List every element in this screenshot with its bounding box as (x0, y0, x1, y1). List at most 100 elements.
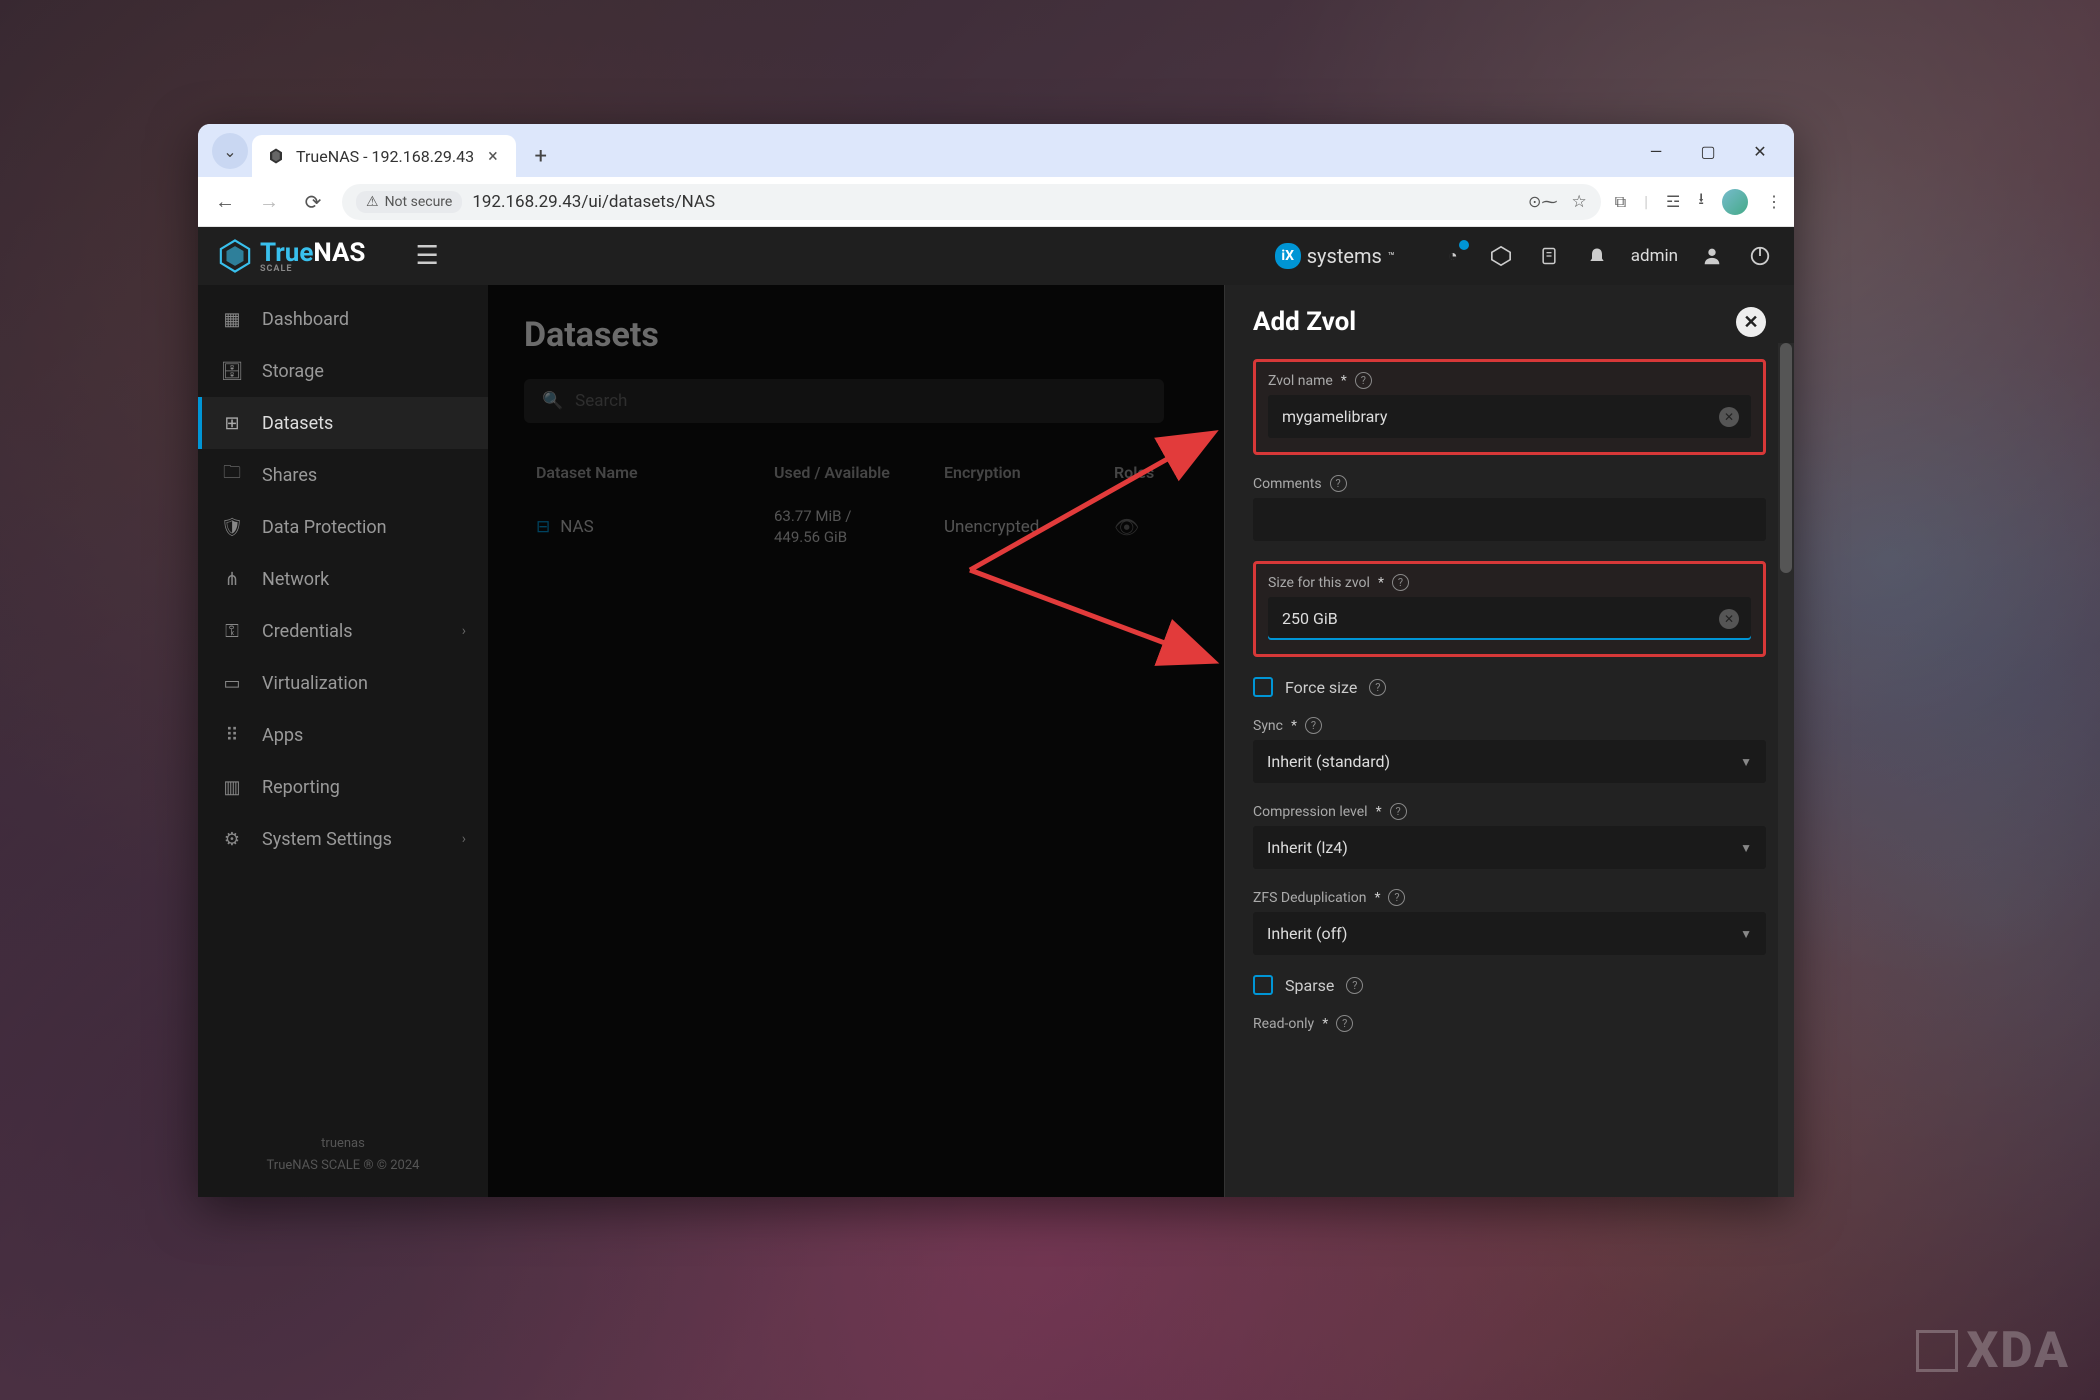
xda-logo-box (1916, 1330, 1958, 1372)
sidebar-item-reporting[interactable]: ▥Reporting (198, 761, 488, 813)
sidebar-item-credentials[interactable]: ⚿Credentials› (198, 605, 488, 657)
chevron-down-icon: ▼ (1740, 927, 1752, 941)
shield-icon: 🛡 (220, 515, 244, 539)
browser-tabstrip: ⌄ TrueNAS - 192.168.29.43 × + — ▢ ✕ (198, 124, 1794, 177)
chevron-right-icon: › (462, 831, 466, 847)
dedup-select[interactable]: Inherit (off)▼ (1253, 912, 1766, 955)
power-icon[interactable] (1746, 242, 1774, 270)
checkbox-icon[interactable] (1253, 677, 1273, 697)
clear-input-button[interactable]: ✕ (1719, 407, 1739, 427)
clear-input-button[interactable]: ✕ (1719, 609, 1739, 629)
browser-window: ⌄ TrueNAS - 192.168.29.43 × + — ▢ ✕ ← → … (198, 124, 1794, 1197)
sidebar-item-data-protection[interactable]: 🛡Data Protection (198, 501, 488, 553)
sidebar-item-shares[interactable]: 🗀Shares (198, 449, 488, 501)
truenas-app: TrueNAS SCALE ☰ iX systems™ ◔ (198, 227, 1794, 1197)
jobs-icon[interactable] (1535, 242, 1563, 270)
panel-title: Add Zvol (1253, 307, 1356, 337)
app-topbar: TrueNAS SCALE ☰ iX systems™ ◔ (198, 227, 1794, 285)
shares-icon: 🗀 (220, 463, 244, 487)
help-icon[interactable]: ? (1369, 679, 1386, 696)
help-icon[interactable]: ? (1346, 977, 1363, 994)
logo-icon (218, 239, 252, 273)
sidebar-item-apps[interactable]: ⠿Apps (198, 709, 488, 761)
help-icon[interactable]: ? (1336, 1015, 1353, 1032)
sidebar-item-datasets[interactable]: ⊞Datasets (198, 397, 488, 449)
sidebar-item-storage[interactable]: 🗄Storage (198, 345, 488, 397)
url-text: 192.168.29.43/ui/datasets/NAS (472, 192, 715, 212)
tab-list-button[interactable]: ⌄ (212, 133, 248, 169)
maximize-button[interactable]: ▢ (1684, 132, 1732, 170)
checkbox-icon[interactable] (1253, 975, 1273, 995)
gear-icon: ⚙ (220, 827, 244, 851)
chart-icon: ▥ (220, 775, 244, 799)
extensions-icon[interactable]: ⧉ (1615, 192, 1626, 212)
readonly-label: Read-only*? (1253, 1015, 1766, 1032)
comments-input[interactable] (1253, 498, 1766, 541)
ix-logo-icon: iX (1275, 243, 1301, 269)
add-zvol-panel: Add Zvol ✕ Zvol name*? ✕ (1224, 285, 1794, 1197)
sparse-checkbox-row[interactable]: Sparse ? (1253, 975, 1766, 995)
security-badge[interactable]: ⚠ Not secure (356, 191, 462, 213)
xda-watermark: XDA (1916, 1322, 2070, 1380)
downloads-icon[interactable]: ⭳ (1698, 188, 1704, 215)
help-icon[interactable]: ? (1330, 475, 1347, 492)
ixsystems-brand[interactable]: iX systems™ (1275, 243, 1395, 269)
browser-menu-icon[interactable]: ⋮ (1766, 192, 1782, 211)
back-button[interactable]: ← (210, 187, 240, 217)
scrollbar-thumb[interactable] (1780, 343, 1792, 573)
force-size-checkbox-row[interactable]: Force size ? (1253, 677, 1766, 697)
sidebar-toggle-button[interactable]: ☰ (415, 241, 438, 271)
key-icon: ⚿ (220, 619, 244, 643)
minimize-button[interactable]: — (1632, 132, 1680, 170)
sidebar-item-system-settings[interactable]: ⚙System Settings› (198, 813, 488, 865)
password-key-icon[interactable]: ⊙⁓ (1528, 192, 1557, 211)
forward-button[interactable]: → (254, 187, 284, 217)
chevron-down-icon: ▼ (1740, 841, 1752, 855)
sync-select[interactable]: Inherit (standard)▼ (1253, 740, 1766, 783)
help-icon[interactable]: ? (1392, 574, 1409, 591)
tab-close-button[interactable]: × (484, 146, 502, 167)
storage-icon: 🗄 (220, 359, 244, 383)
truenas-logo[interactable]: TrueNAS SCALE (218, 238, 365, 274)
sidebar-footer: truenas TrueNAS SCALE ® © 2024 (198, 1113, 488, 1197)
close-window-button[interactable]: ✕ (1736, 132, 1784, 170)
reading-list-icon[interactable]: ☲ (1666, 192, 1680, 211)
highlight-zvol-name: Zvol name*? ✕ (1253, 359, 1766, 455)
help-icon[interactable]: ? (1355, 372, 1372, 389)
browser-toolbar: ← → ⟳ ⚠ Not secure 192.168.29.43/ui/data… (198, 177, 1794, 227)
tab-title: TrueNAS - 192.168.29.43 (296, 147, 474, 166)
new-tab-button[interactable]: + (524, 139, 558, 173)
zvol-name-input[interactable] (1268, 395, 1751, 438)
chevron-right-icon: › (462, 623, 466, 639)
reload-button[interactable]: ⟳ (298, 187, 328, 217)
zvol-name-label: Zvol name*? (1268, 372, 1751, 389)
sidebar-item-network[interactable]: ⋔Network (198, 553, 488, 605)
sidebar: ▦Dashboard 🗄Storage ⊞Datasets 🗀Shares 🛡D… (198, 285, 488, 1197)
truecommand-icon[interactable] (1487, 242, 1515, 270)
dedup-label: ZFS Deduplication*? (1253, 889, 1766, 906)
browser-tab[interactable]: TrueNAS - 192.168.29.43 × (252, 135, 516, 177)
chevron-down-icon: ▼ (1740, 755, 1752, 769)
datasets-icon: ⊞ (220, 411, 244, 435)
size-input[interactable] (1268, 597, 1751, 640)
highlight-size: Size for this zvol*? ✕ (1253, 561, 1766, 657)
alerts-bell-icon[interactable] (1583, 242, 1611, 270)
bookmark-star-icon[interactable]: ☆ (1571, 192, 1586, 212)
status-icon[interactable]: ◔ (1439, 242, 1467, 270)
sync-label: Sync*? (1253, 717, 1766, 734)
profile-avatar[interactable] (1722, 189, 1748, 215)
help-icon[interactable]: ? (1305, 717, 1322, 734)
help-icon[interactable]: ? (1390, 803, 1407, 820)
scrollbar[interactable] (1778, 343, 1794, 1197)
compression-select[interactable]: Inherit (lz4)▼ (1253, 826, 1766, 869)
user-avatar-icon[interactable] (1698, 242, 1726, 270)
help-icon[interactable]: ? (1388, 889, 1405, 906)
comments-label: Comments? (1253, 475, 1766, 492)
user-name[interactable]: admin (1631, 246, 1678, 266)
sidebar-item-dashboard[interactable]: ▦Dashboard (198, 293, 488, 345)
warning-icon: ⚠ (366, 194, 379, 210)
panel-close-button[interactable]: ✕ (1736, 307, 1766, 337)
sidebar-item-virtualization[interactable]: ▭Virtualization (198, 657, 488, 709)
address-bar[interactable]: ⚠ Not secure 192.168.29.43/ui/datasets/N… (342, 184, 1601, 220)
favicon-icon (266, 146, 286, 166)
